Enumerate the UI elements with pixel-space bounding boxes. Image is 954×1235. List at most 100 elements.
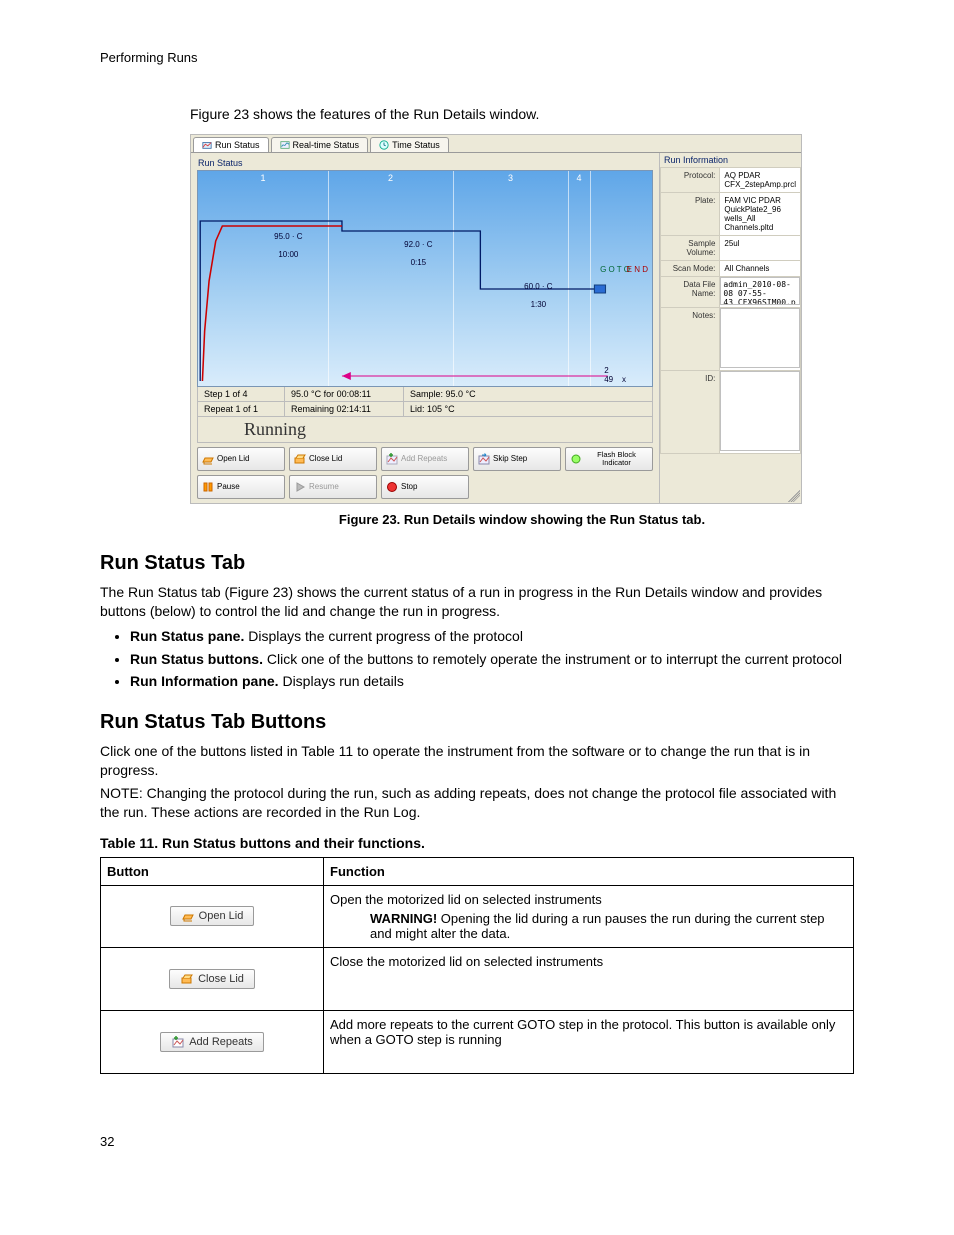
- list-item: Run Status pane. Displays the current pr…: [130, 627, 854, 646]
- info-sample-k: Sample Volume:: [661, 235, 720, 260]
- chart-num-b: 49: [604, 375, 613, 384]
- realtime-icon: [280, 140, 290, 150]
- tab-time-status[interactable]: Time Status: [370, 137, 449, 152]
- list-item: Run Status buttons. Click one of the but…: [130, 650, 854, 669]
- para-buttons-1: Click one of the buttons listed in Table…: [100, 742, 854, 780]
- info-sample-v: 25ul: [720, 235, 801, 260]
- list-item: Run Information pane. Displays run detai…: [130, 672, 854, 691]
- pause-icon: [202, 481, 214, 493]
- warning-text: Opening the lid during a run pauses the …: [370, 911, 825, 941]
- heading-run-status-tab: Run Status Tab: [100, 552, 854, 575]
- flash-block-button[interactable]: Flash Block Indicator: [565, 447, 653, 471]
- fn-text: Close the motorized lid on selected inst…: [324, 947, 854, 1010]
- open-lid-button-img: Open Lid: [170, 906, 255, 926]
- step1-time: 10:00: [278, 250, 298, 259]
- table-row: Open Lid Open the motorized lid on selec…: [101, 885, 854, 947]
- btn-label: Stop: [401, 482, 417, 491]
- status-temp-for: 95.0 °C for 00:08:11: [285, 387, 404, 401]
- table-row: Close Lid Close the motorized lid on sel…: [101, 947, 854, 1010]
- run-info-table: Protocol: AQ PDAR CFX_2stepAmp.prcl Plat…: [660, 167, 801, 454]
- protocol-chart: 1 2 3 4: [197, 170, 653, 387]
- btn-label: Skip Step: [493, 454, 527, 463]
- fn-text: Add more repeats to the current GOTO ste…: [324, 1010, 854, 1073]
- status-sample: Sample: 95.0 °C: [404, 387, 652, 401]
- btn-label: Close Lid: [309, 454, 342, 463]
- clock-icon: [379, 140, 389, 150]
- th-button: Button: [101, 857, 324, 885]
- page-header: Performing Runs: [100, 50, 854, 65]
- para-run-status: The Run Status tab (Figure 23) shows the…: [100, 583, 854, 621]
- add-repeats-button[interactable]: Add Repeats: [381, 447, 469, 471]
- stop-icon: [386, 481, 398, 493]
- skip-step-button[interactable]: Skip Step: [473, 447, 561, 471]
- tab-run-status[interactable]: Run Status: [193, 137, 269, 152]
- step3-temp: 60.0 · C: [524, 282, 552, 291]
- open-lid-button[interactable]: Open Lid: [197, 447, 285, 471]
- info-file-k: Data File Name:: [661, 276, 720, 307]
- close-lid-icon: [294, 453, 306, 465]
- info-id-v[interactable]: [720, 371, 800, 451]
- intro-text: Figure 23 shows the features of the Run …: [190, 105, 854, 124]
- btn-label: Add Repeats: [401, 454, 447, 463]
- btn-label: Resume: [309, 482, 339, 491]
- table-row: Add Repeats Add more repeats to the curr…: [101, 1010, 854, 1073]
- close-lid-button[interactable]: Close Lid: [289, 447, 377, 471]
- tab-label: Run Status: [215, 140, 260, 150]
- step1-temp: 95.0 · C: [274, 232, 302, 241]
- info-scan-k: Scan Mode:: [661, 260, 720, 276]
- close-lid-icon: [180, 973, 194, 985]
- info-plate-v: FAM VIC PDAR QuickPlate2_96 wells_All Ch…: [720, 192, 801, 235]
- status-lid: Lid: 105 °C: [404, 402, 652, 416]
- info-plate-k: Plate:: [661, 192, 720, 235]
- info-file-v[interactable]: [720, 277, 800, 305]
- add-repeats-icon: [386, 453, 398, 465]
- skip-step-icon: [478, 453, 490, 465]
- page-number: 32: [100, 1134, 854, 1149]
- tab-label: Real-time Status: [293, 140, 360, 150]
- tab-realtime-status[interactable]: Real-time Status: [271, 137, 369, 152]
- btn-label: Flash Block Indicator: [585, 451, 648, 466]
- table-caption: Table 11. Run Status buttons and their f…: [100, 834, 854, 853]
- info-scan-v: All Channels: [720, 260, 801, 276]
- info-notes-v[interactable]: [720, 308, 800, 368]
- th-function: Function: [324, 857, 854, 885]
- bullet-list: Run Status pane. Displays the current pr…: [130, 627, 854, 692]
- chart-num-a: 2: [604, 366, 608, 375]
- btn-label: Pause: [217, 482, 240, 491]
- resume-button[interactable]: Resume: [289, 475, 377, 499]
- info-id-k: ID:: [661, 370, 720, 453]
- step3-time: 1:30: [531, 300, 547, 309]
- info-protocol-v: AQ PDAR CFX_2stepAmp.prcl: [720, 167, 801, 192]
- status-repeat: Repeat 1 of 1: [198, 402, 285, 416]
- step2-time: 0:15: [411, 258, 427, 267]
- resize-grip-icon[interactable]: [788, 490, 800, 502]
- run-info-title: Run Information: [660, 153, 801, 167]
- goto-label: G O T O: [600, 266, 630, 274]
- stop-button[interactable]: Stop: [381, 475, 469, 499]
- figure-caption: Figure 23. Run Details window showing th…: [190, 512, 854, 527]
- end-label: E N D: [627, 266, 648, 274]
- pause-button[interactable]: Pause: [197, 475, 285, 499]
- tab-label: Time Status: [392, 140, 440, 150]
- btn-label: Open Lid: [217, 454, 249, 463]
- status-remaining: Remaining 02:14:11: [285, 402, 404, 416]
- open-lid-icon: [202, 453, 214, 465]
- close-lid-button-img: Close Lid: [169, 969, 255, 989]
- open-lid-icon: [181, 910, 195, 922]
- run-status-title: Run Status: [194, 156, 656, 170]
- functions-table: Button Function Open Lid Open the motori…: [100, 857, 854, 1074]
- chart-num-c: x: [622, 375, 626, 384]
- fn-text: Open the motorized lid on selected instr…: [330, 892, 847, 907]
- para-buttons-2: NOTE: Changing the protocol during the r…: [100, 784, 854, 822]
- resume-icon: [294, 481, 306, 493]
- run-details-screenshot: Run Status Real-time Status Time Status …: [190, 134, 802, 504]
- add-repeats-button-img: Add Repeats: [160, 1032, 264, 1052]
- status-step: Step 1 of 4: [198, 387, 285, 401]
- add-repeats-icon: [171, 1036, 185, 1048]
- run-status-icon: [202, 140, 212, 150]
- heading-run-status-buttons: Run Status Tab Buttons: [100, 711, 854, 734]
- info-notes-k: Notes:: [661, 307, 720, 370]
- chart-lines: [198, 171, 652, 386]
- running-label: Running: [204, 419, 306, 439]
- step2-temp: 92.0 · C: [404, 240, 432, 249]
